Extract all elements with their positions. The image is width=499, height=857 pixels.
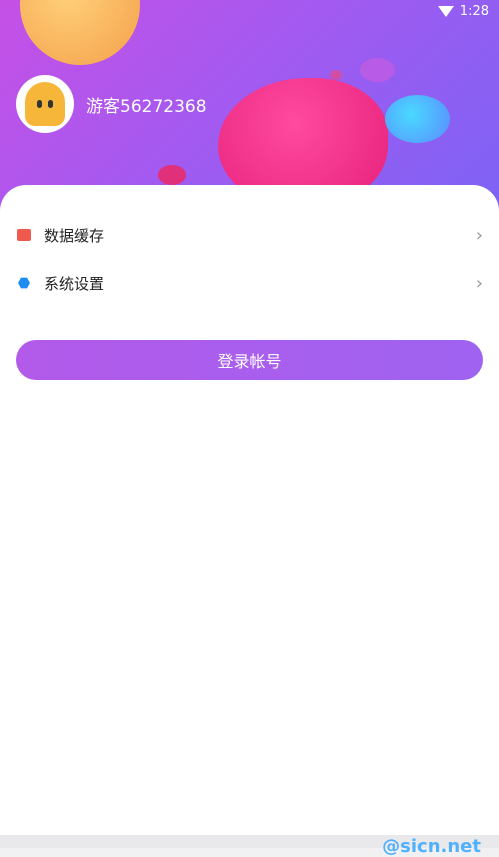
decorative-blob xyxy=(20,0,140,65)
wifi-icon xyxy=(437,6,454,17)
ghost-avatar-icon xyxy=(25,82,65,126)
username: 游客56272368 xyxy=(86,97,207,117)
avatar[interactable] xyxy=(16,75,74,133)
eye-icon xyxy=(37,100,42,108)
status-bar: 1:28 xyxy=(437,4,489,19)
chevron-right-icon: › xyxy=(475,224,483,246)
hexagon-settings-icon xyxy=(16,275,32,291)
login-button[interactable]: 登录帐号 xyxy=(16,340,483,380)
watermark: @sicn.net xyxy=(382,836,481,857)
decorative-blob xyxy=(385,95,450,143)
chevron-right-icon: › xyxy=(475,272,483,294)
menu-item-system-settings[interactable]: 系统设置 › xyxy=(16,268,483,298)
decorative-blob xyxy=(330,70,342,80)
broom-icon xyxy=(16,227,32,243)
status-time: 1:28 xyxy=(459,4,489,19)
menu-item-label: 数据缓存 xyxy=(44,226,105,245)
eye-icon xyxy=(48,100,53,108)
decorative-blob xyxy=(158,165,186,185)
decorative-blob xyxy=(360,58,395,82)
menu-item-data-cache[interactable]: 数据缓存 › xyxy=(16,220,483,250)
menu-item-label: 系统设置 xyxy=(44,274,105,293)
